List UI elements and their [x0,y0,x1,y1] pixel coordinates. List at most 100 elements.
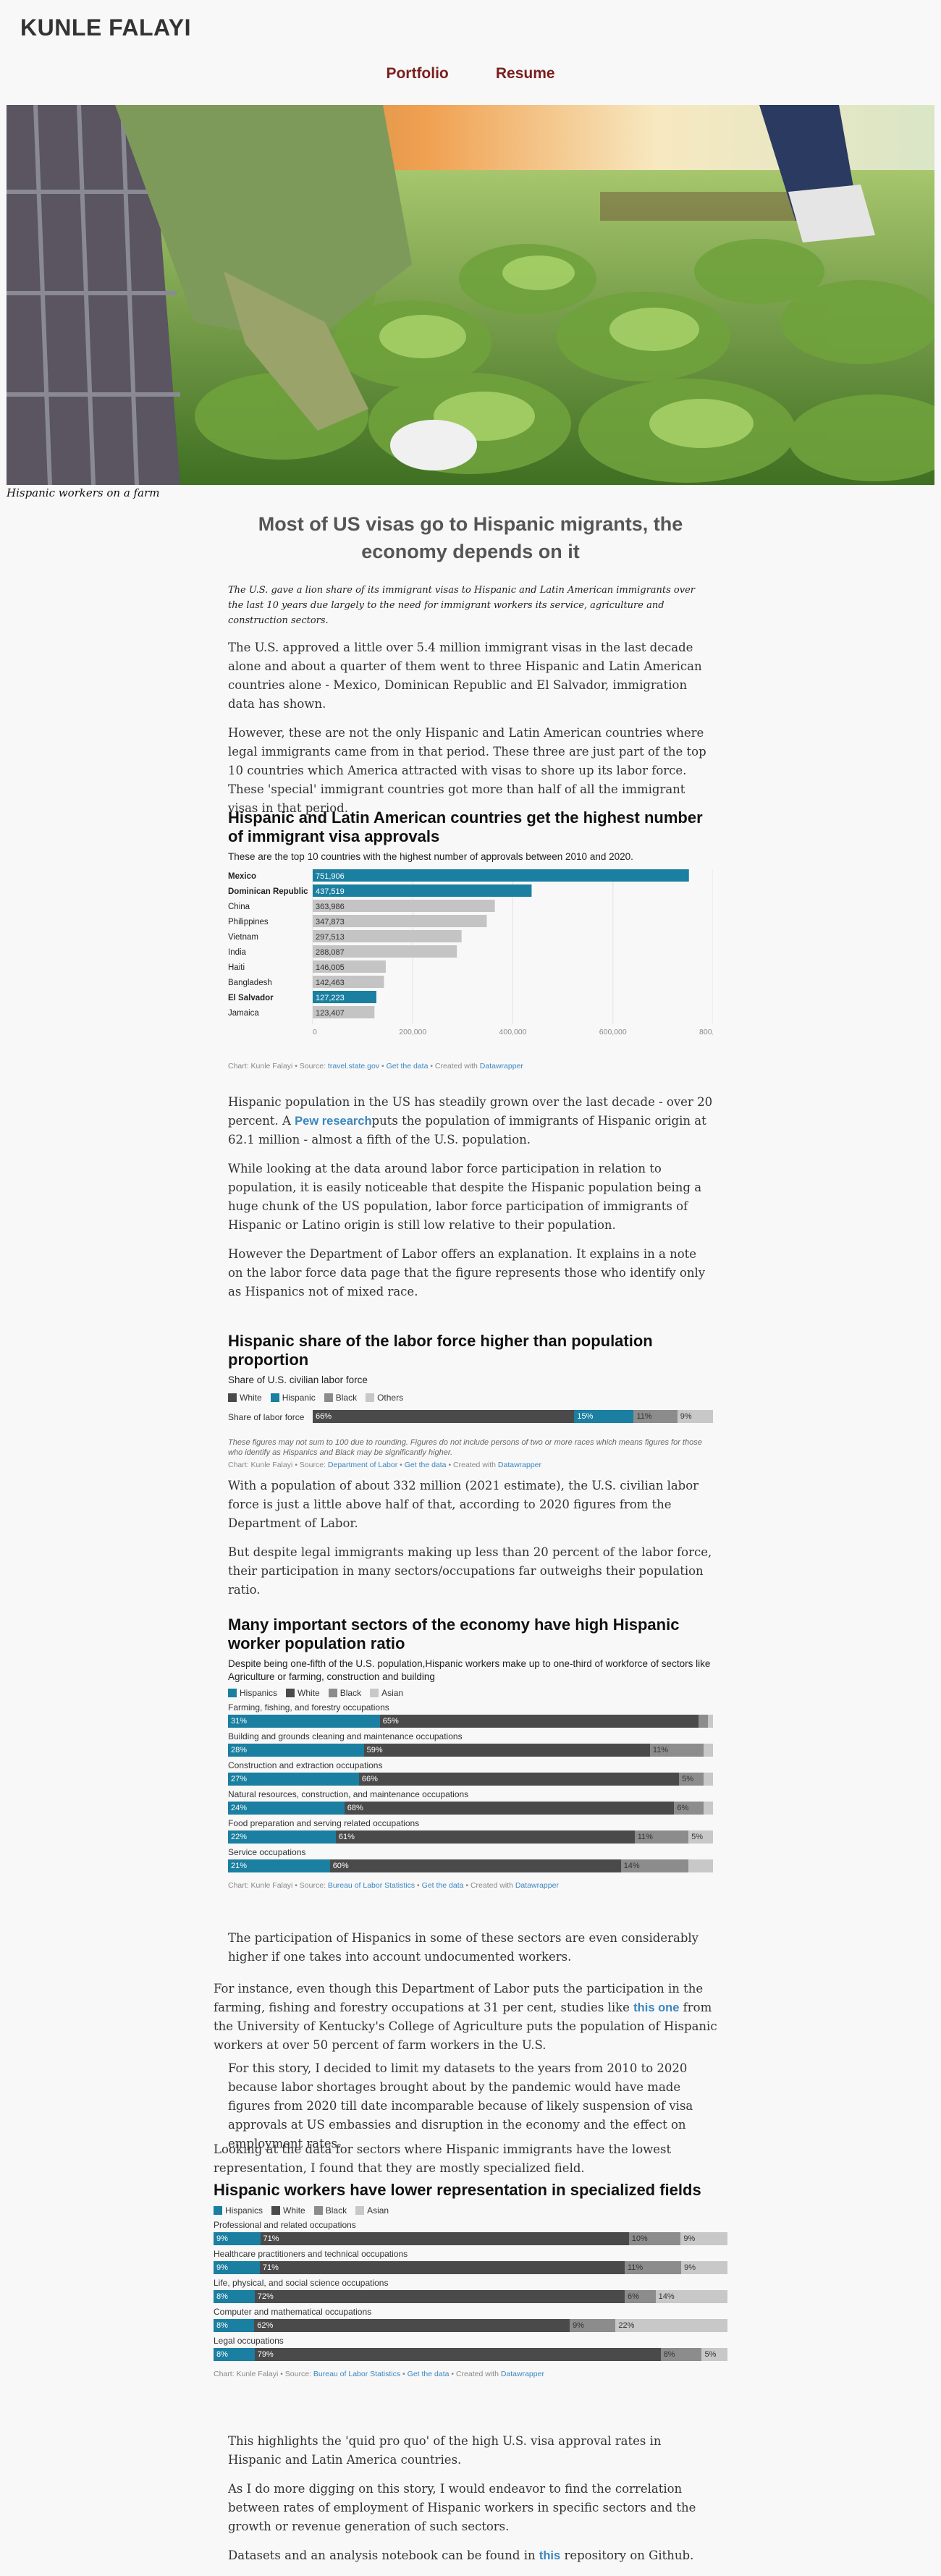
chart-subtitle: Share of U.S. civilian labor force [228,1374,368,1385]
sector-chart: Many important sectors of the economy ha… [228,1616,713,1890]
x-tick-label: 800,000 [699,1028,713,1036]
occupation-label: Food preparation and serving related occ… [228,1818,420,1828]
occupation-row: Life, physical, and social science occup… [214,2278,727,2303]
occupation-row: Legal occupations 8% 79% 8% 5% [214,2336,727,2361]
bar [313,869,689,882]
paragraph: This highlights the 'quid pro quo' of th… [228,2434,662,2467]
x-tick-label: 600,000 [599,1028,627,1036]
bar-segment: 65% [379,1715,699,1728]
article-intro: Most of US visas go to Hispanic migrants… [228,510,713,818]
occupation-label: Service occupations [228,1847,306,1857]
occupation-row: Natural resources, construction, and mai… [228,1789,713,1815]
category-label: Vietnam [228,933,258,942]
datawrapper-link[interactable]: Datawrapper [515,1881,559,1890]
pew-research-link[interactable]: Pew research [295,1115,371,1128]
x-tick-label: 400,000 [499,1028,527,1036]
legend-item: Asian [355,2205,389,2216]
source-link[interactable]: Bureau of Labor Statistics [313,2370,400,2378]
occupation-label: Natural resources, construction, and mai… [228,1789,469,1799]
hero-caption: Hispanic workers on a farm [7,486,160,499]
category-label: El Salvador [228,994,274,1002]
bar-segment: 8% [660,2348,702,2361]
sector-rows: Farming, fishing, and forestry occupatio… [228,1702,713,1872]
bar-segment: 6% [624,2290,656,2303]
occupation-label: Computer and mathematical occupations [214,2307,372,2317]
source-link[interactable]: Department of Labor [328,1461,397,1469]
nav-resume-link[interactable]: Resume [496,65,555,83]
legend-item: Asian [370,1688,403,1698]
data-label: 297,513 [316,933,345,942]
bar-segment: 79% [254,2348,661,2361]
get-data-link[interactable]: Get the data [408,2370,450,2378]
site-title[interactable]: KUNLE FALAYI [20,14,191,41]
category-label: Mexico [228,872,256,881]
occupation-stacked-bar: 9% 71% 11% 9% [214,2261,727,2274]
occupation-label: Construction and extraction occupations [228,1760,383,1770]
legend-item: White [228,1393,262,1403]
paragraph: As I do more digging on this story, I wo… [228,2482,696,2533]
legend-item: Hispanics [214,2205,263,2216]
bar-segment: 14% [655,2290,727,2303]
github-repo-link[interactable]: this [539,2549,560,2562]
article-section-2: Hispanic population in the US has steadi… [228,1093,713,1301]
bar-segment: 22% [615,2319,727,2332]
bar-segment: 71% [260,2232,629,2245]
get-data-link[interactable]: Get the data [387,1062,429,1070]
bar-segment: 9% [680,2232,727,2245]
occupation-stacked-bar: 28% 59% 11% [228,1744,713,1757]
nav-portfolio-link[interactable]: Portfolio [386,65,448,83]
article-lede: The U.S. gave a lion share of its immigr… [228,585,696,626]
visa-bar-chart: 0 200,000 400,000 600,000 800,000 Mexico 751,9… [228,869,713,1036]
occupation-row: Farming, fishing, and forestry occupatio… [228,1702,713,1728]
category-label: Dominican Republic [228,887,308,896]
get-data-link[interactable]: Get the data [422,1881,464,1890]
bar-segment: 61% [335,1830,635,1844]
bar-segment: 71% [259,2261,625,2274]
occupation-stacked-bar: 27% 66% 5% [228,1773,713,1786]
occupation-row: Construction and extraction occupations 2… [228,1760,713,1786]
bar-segment: 21% [228,1859,330,1872]
paragraph: However the Department of Labor offers a… [228,1247,706,1298]
datawrapper-link[interactable]: Datawrapper [480,1062,523,1070]
bar-segment: 9% [570,2319,616,2332]
bar-segment: 31% [228,1715,380,1728]
chart-credit: Chart: Kunle Falayi • Source: Bureau of … [228,1881,559,1890]
occupation-row: Food preparation and serving related occ… [228,1818,713,1844]
data-label: 437,519 [316,887,345,896]
datawrapper-link[interactable]: Datawrapper [501,2370,544,2378]
occupation-label: Legal occupations [214,2336,284,2346]
legend-item: Black [328,1688,361,1698]
bar-segment [708,1715,713,1728]
kentucky-study-link[interactable]: this one [633,2001,679,2014]
legend-item: Black [313,2205,347,2216]
bar-segment: 68% [344,1802,675,1815]
bar-segment: 9% [214,2261,260,2274]
legend-item: Hispanic [270,1393,316,1403]
chart-legend: Hispanics White Black Asian [214,2205,727,2216]
bar-segment [688,1859,713,1872]
bar-segment: 11% [634,1830,689,1844]
labor-bar-row: Share of labor force 66% 15% 11% 9% [228,1410,713,1429]
occupation-stacked-bar: 21% 60% 14% [228,1859,713,1872]
legend-item: White [271,2205,305,2216]
source-link[interactable]: Bureau of Labor Statistics [328,1881,415,1890]
bar-segment: 11% [633,1410,678,1423]
paragraph: But despite legal immigrants making up l… [228,1545,712,1597]
chart-legend: Hispanics White Black Asian [228,1688,713,1698]
source-link[interactable]: travel.state.gov [328,1062,379,1070]
chart-credit: Chart: Kunle Falayi • Source: Bureau of … [214,2370,544,2378]
legend-item: White [286,1688,320,1698]
chart-legend: White Hispanic Black Others [228,1393,713,1403]
occupation-row: Healthcare practitioners and technical o… [214,2249,727,2274]
bar-segment: 62% [254,2319,570,2332]
bar-segment: 72% [254,2290,625,2303]
bar-segment: 24% [228,1802,345,1815]
bar-segment: 6% [674,1802,704,1815]
datawrapper-link[interactable]: Datawrapper [498,1461,541,1469]
get-data-link[interactable]: Get the data [405,1461,447,1469]
bar-segment: 9% [681,2261,727,2274]
bar-segment: 60% [329,1859,621,1872]
occupation-row: Professional and related occupations 9% 71… [214,2220,727,2245]
data-label: 127,223 [316,994,345,1002]
bar-segment: 59% [363,1744,650,1757]
